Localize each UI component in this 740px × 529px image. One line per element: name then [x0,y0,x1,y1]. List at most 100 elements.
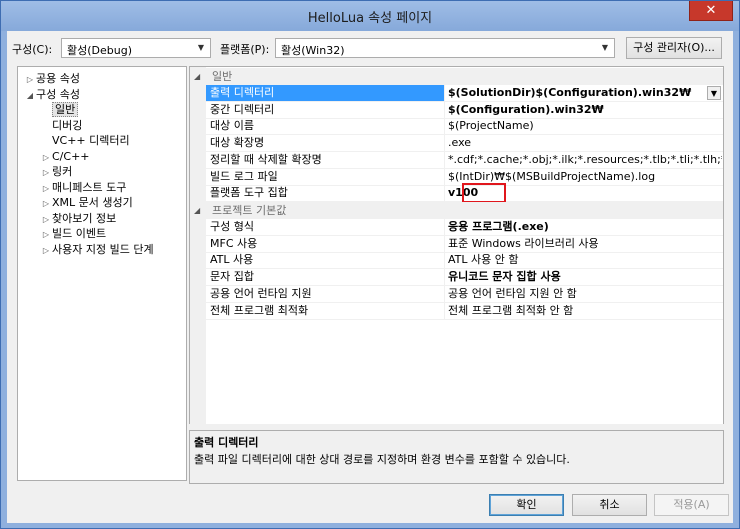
property-name: 문자 집합 [210,270,254,284]
property-value[interactable]: 공용 언어 런타임 지원 안 함 [448,286,722,302]
tree-item[interactable]: ▷ 사용자 지정 빌드 단계 [40,242,154,258]
properties-window: HelloLua 속성 페이지 ✕ 구성(C): 활성(Debug) ▼ 플랫폼… [0,0,740,529]
property-row[interactable]: 정리할 때 삭제할 확장명 *.cdf;*.cache;*.obj;*.ilk;*… [206,151,723,169]
property-row[interactable]: ATL 사용 ATL 사용 안 함 [206,252,723,270]
tree-item[interactable]: ▷ 공용 속성 [24,71,80,87]
property-name: 출력 디렉터리 [206,85,444,101]
tree-item-label: 빌드 이벤트 [52,227,107,240]
config-manager-button[interactable]: 구성 관리자(O)... [626,37,722,59]
config-value: 활성(Debug) [67,44,132,57]
tree-item-label: 공용 속성 [36,72,80,85]
triangle-icon[interactable]: ◢ [194,202,200,219]
property-tree[interactable]: ▷ 공용 속성 ◢ 구성 속성 일반 디버깅 VC++ 디렉터리 ▷ C/C++ ▷ 링커 ▷ 매니페스… [17,66,187,481]
property-row[interactable]: 중간 디렉터리 $(Configuration).win32₩ [206,101,723,119]
tree-item-label: 매니페스트 도구 [52,180,127,194]
property-value[interactable]: 응용 프로그램(.exe) [448,219,722,235]
property-name: 구성 형식 [210,220,254,233]
category-label: 프로젝트 기본값 [212,204,287,217]
title-bar[interactable]: HelloLua 속성 페이지 ✕ [1,1,739,31]
dialog-client: 구성(C): 활성(Debug) ▼ 플랫폼(P): 활성(Win32) ▼ 구… [7,31,733,523]
column-separator [444,185,445,203]
property-row[interactable]: 문자 집합 유니코드 문자 집합 사용 [206,269,723,287]
chevron-down-icon: ▼ [197,43,205,52]
tree-item-label: VC++ 디렉터리 [52,134,130,147]
property-name: ATL 사용 [210,253,254,267]
platform-label: 플랫폼(P): [220,43,270,56]
column-separator [444,219,445,236]
config-label: 구성(C): [12,43,53,56]
tree-item-label: 링커 [52,165,73,178]
property-value[interactable]: $(Configuration).win32₩ [448,102,722,118]
tree-item[interactable]: ▷ 매니페스트 도구 [40,180,126,196]
tree-item-label: 사용자 지정 빌드 단계 [52,242,154,256]
tree-item[interactable]: ▷ 빌드 이벤트 [40,226,106,242]
triangle-icon[interactable]: ▷ [40,243,52,259]
property-value[interactable]: $(IntDir)₩$(MSBuildProjectName).log [448,169,722,185]
property-value[interactable]: .exe [448,135,722,151]
property-name: 공용 언어 런타임 지원 [210,286,312,300]
property-row[interactable]: MFC 사용 표준 Windows 라이브러리 사용 [206,235,723,253]
property-value[interactable]: *.cdf;*.cache;*.obj;*.ilk;*.resources;*.… [448,152,722,168]
property-row[interactable]: 전체 프로그램 최적화 전체 프로그램 최적화 안 함 [206,302,723,320]
property-name: MFC 사용 [210,236,258,250]
grid-gutter [190,67,206,483]
property-value[interactable]: 유니코드 문자 집합 사용 [448,269,722,285]
column-separator [444,135,445,153]
triangle-icon[interactable]: ◢ [24,88,36,104]
chevron-down-icon[interactable]: ▼ [707,86,721,100]
chevron-down-icon: ▼ [601,43,609,52]
tree-item[interactable]: ▷ 찾아보기 정보 [40,211,116,227]
property-value[interactable]: ATL 사용 안 함 [448,252,722,268]
highlight-box [462,183,506,204]
description-title: 출력 디렉터리 [194,436,259,449]
property-row[interactable]: 구성 형식 응용 프로그램(.exe) [206,219,723,236]
column-separator [444,269,445,287]
property-row[interactable]: 플랫폼 도구 집합 v100 [206,183,723,204]
tree-item[interactable]: ▷ C/C++ [40,149,90,165]
tree-item[interactable]: 디버깅 [40,118,82,134]
column-separator [444,285,445,303]
property-row[interactable]: 대상 확장명 .exe [206,135,723,153]
tree-item-label: 구성 속성 [36,87,80,101]
column-separator [444,302,445,320]
property-value[interactable]: 전체 프로그램 최적화 안 함 [448,303,722,319]
description-text: 출력 파일 디렉터리에 대한 상대 경로를 지정하며 환경 변수를 포함할 수 … [194,453,570,466]
platform-combo[interactable]: 활성(Win32) ▼ [275,38,615,58]
category-project-defaults[interactable]: ◢ 프로젝트 기본값 [190,202,723,219]
tree-item[interactable]: ▷ 링커 [40,164,72,180]
property-name: 중간 디렉터리 [210,102,275,116]
config-combo[interactable]: 활성(Debug) ▼ [61,38,211,58]
property-row[interactable]: 공용 언어 런타임 지원 공용 언어 런타임 지원 안 함 [206,285,723,303]
property-value[interactable]: 표준 Windows 라이브러리 사용 [448,236,722,252]
close-button[interactable]: ✕ [689,1,733,21]
triangle-icon[interactable]: ◢ [194,68,200,85]
property-name: 플랫폼 도구 집합 [210,186,288,200]
tree-item[interactable]: ◢ 구성 속성 [24,87,80,103]
tree-item[interactable]: ▷ XML 문서 생성기 [40,195,133,211]
window-title: HelloLua 속성 페이지 [307,11,433,26]
property-value[interactable]: $(ProjectName) [448,118,722,134]
column-separator [444,85,445,102]
platform-value: 활성(Win32) [281,44,345,57]
property-name: 전체 프로그램 최적화 [210,303,309,317]
property-name: 정리할 때 삭제할 확장명 [210,152,322,166]
tree-item-label: XML 문서 생성기 [52,196,133,209]
column-separator [444,168,445,186]
property-row[interactable]: 대상 이름 $(ProjectName) [206,118,723,136]
property-row[interactable]: 출력 디렉터리 $(SolutionDir)$(Configuration).wi… [206,85,723,102]
ok-button[interactable]: 확인 [489,494,564,516]
property-grid[interactable]: ◢ 일반 출력 디렉터리 $(SolutionDir)$(Configuratio… [189,66,724,484]
tree-item[interactable]: VC++ 디렉터리 [40,133,130,149]
category-general[interactable]: ◢ 일반 [190,68,723,85]
cancel-button[interactable]: 취소 [572,494,647,516]
tree-item-label: C/C++ [52,149,90,163]
tree-item-label: 일반 [52,102,79,117]
apply-button[interactable]: 적용(A) [654,494,729,516]
tree-item[interactable]: 일반 [40,102,79,118]
property-name: 빌드 로그 파일 [210,169,278,183]
property-value[interactable]: $(SolutionDir)$(Configuration).win32₩ [448,85,722,101]
description-pane: 출력 디렉터리 출력 파일 디렉터리에 대한 상대 경로를 지정하며 환경 변수… [189,430,724,484]
tree-item-label: 디버깅 [52,118,83,132]
category-label: 일반 [212,70,233,83]
property-name: 대상 확장명 [210,136,265,150]
